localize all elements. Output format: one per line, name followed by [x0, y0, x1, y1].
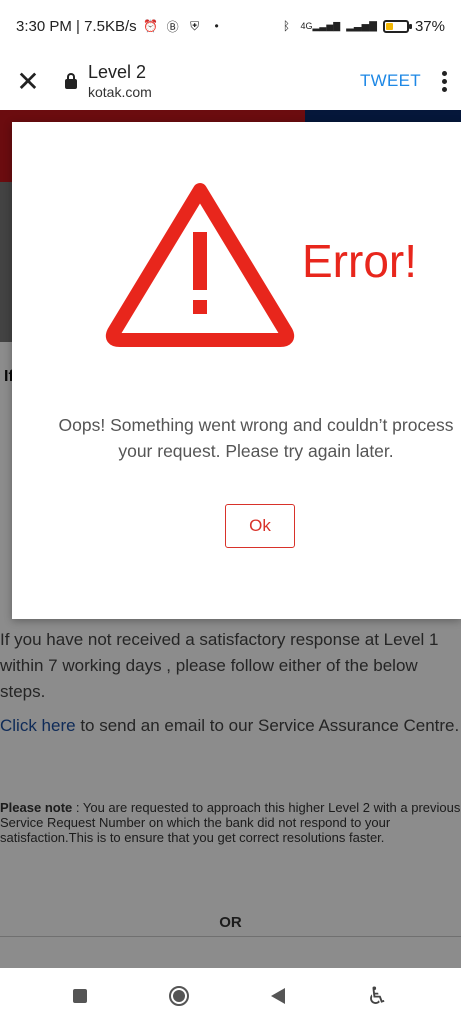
- error-message: Oops! Something went wrong and couldn’t …: [58, 415, 454, 461]
- close-icon: ✕: [16, 65, 40, 97]
- recents-icon[interactable]: [72, 989, 87, 1003]
- battery-percent: 37%: [414, 17, 445, 35]
- ok-button-label: Ok: [249, 516, 271, 535]
- alarm-icon: ⏰: [143, 19, 159, 33]
- status-time-speed: 3:30 PM | 7.5KB/s: [16, 17, 137, 35]
- back-icon[interactable]: [270, 988, 285, 1004]
- warning-icon: [105, 183, 295, 347]
- ok-button[interactable]: Ok: [225, 504, 295, 548]
- error-dialog: Error! Oops! Something went wrong and co…: [12, 122, 461, 619]
- status-right: ᛒ 4G ▂▃▅▇ ▂▃▅▇ 37%: [279, 17, 445, 35]
- system-nav-bar: ♿︎: [0, 968, 461, 1024]
- more-options-icon[interactable]: [441, 70, 447, 92]
- network-label: 4G: [300, 21, 313, 31]
- signal-4g-icon: 4G ▂▃▅▇: [300, 20, 341, 32]
- accessibility-icon[interactable]: ♿︎: [367, 982, 389, 1011]
- battery-fill: [385, 22, 393, 30]
- status-bar: 3:30 PM | 7.5KB/s ⏰ Ⓑ ⛨ • ᛒ 4G ▂▃▅▇ ▂▃▅▇ …: [0, 0, 461, 52]
- browser-toolbar: ✕ Level 2 kotak.com TWEET: [0, 52, 461, 110]
- title-area[interactable]: Level 2 kotak.com: [88, 61, 152, 101]
- page-domain: kotak.com: [88, 84, 152, 100]
- bluetooth-icon: ᛒ: [282, 19, 291, 33]
- lock-icon[interactable]: [64, 73, 78, 89]
- close-button[interactable]: ✕: [14, 65, 42, 97]
- tweet-button[interactable]: TWEET: [360, 71, 421, 91]
- home-icon[interactable]: [168, 986, 189, 1006]
- shield-icon: ⛨: [190, 18, 200, 33]
- status-left: 3:30 PM | 7.5KB/s ⏰ Ⓑ ⛨ •: [16, 18, 225, 35]
- signal-icon: ▂▃▅▇: [346, 20, 377, 32]
- battery-icon: [382, 19, 412, 33]
- error-title: Error!: [302, 235, 417, 287]
- dot-icon: •: [214, 19, 219, 33]
- b-icon: Ⓑ: [166, 19, 179, 34]
- page-title: Level 2: [88, 62, 147, 82]
